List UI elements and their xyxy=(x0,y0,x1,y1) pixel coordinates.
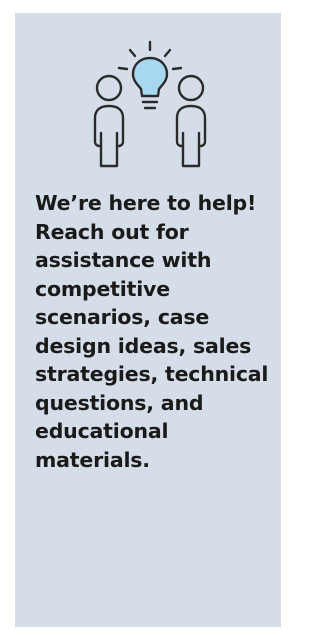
ray-icon xyxy=(163,48,172,58)
ray-icon xyxy=(128,48,137,58)
ray-icon xyxy=(171,66,183,71)
help-card: We’re here to help! Reach out for assist… xyxy=(15,13,281,627)
help-message: We’re here to help! Reach out for assist… xyxy=(35,191,269,472)
lightbulb-icon xyxy=(131,56,169,98)
left-person-icon xyxy=(93,74,125,168)
ray-icon xyxy=(117,66,129,71)
people-lightbulb-icon xyxy=(93,40,207,168)
right-person-icon xyxy=(175,74,207,168)
